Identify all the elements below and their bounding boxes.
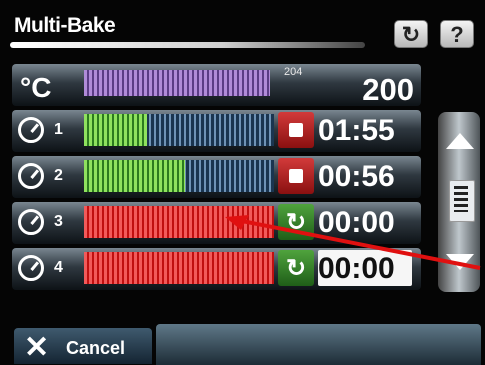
slot-number-3: 3 — [54, 213, 63, 230]
timer-icon — [18, 117, 44, 143]
scroll-up-arrow-icon[interactable] — [446, 133, 474, 149]
stop-button-1[interactable] — [278, 112, 314, 148]
help-icon: ? — [450, 22, 464, 47]
temperature-unit: °C — [20, 72, 52, 103]
timer-time-2[interactable]: 00:56 — [318, 160, 395, 194]
slot-number-1: 1 — [54, 121, 63, 138]
slot-number-4: 4 — [54, 259, 63, 276]
undo-icon: ↻ — [401, 22, 421, 47]
timer-time-1[interactable]: 01:55 — [318, 114, 395, 148]
timer-icon — [18, 209, 44, 235]
bottom-bar — [156, 324, 481, 365]
close-icon: ✕ — [24, 331, 50, 364]
stop-icon — [289, 169, 303, 183]
timer-bar-fill-2 — [84, 160, 185, 192]
grip-icon — [454, 186, 468, 212]
temperature-value[interactable]: 200 — [342, 72, 414, 107]
temperature-bar — [84, 70, 270, 96]
page-title: Multi-Bake — [14, 14, 116, 37]
timer-progress-2 — [84, 160, 274, 192]
timer-icon — [18, 163, 44, 189]
multi-bake-screen: Multi-Bake ↻ ? °C 204 200 1 01:55 2 00:5… — [0, 0, 485, 365]
help-button[interactable]: ? — [440, 20, 474, 48]
stop-icon — [289, 123, 303, 137]
annotation-arrow — [225, 215, 481, 270]
title-underline — [10, 42, 365, 48]
slot-number-2: 2 — [54, 167, 63, 184]
stop-button-2[interactable] — [278, 158, 314, 194]
temperature-setpoint: 204 — [284, 66, 303, 78]
timer-progress-1 — [84, 114, 274, 146]
cancel-label: Cancel — [66, 338, 126, 358]
timer-bar-fill-1 — [84, 114, 147, 146]
back-button[interactable]: ↻ — [394, 20, 428, 48]
timer-icon — [18, 255, 44, 281]
